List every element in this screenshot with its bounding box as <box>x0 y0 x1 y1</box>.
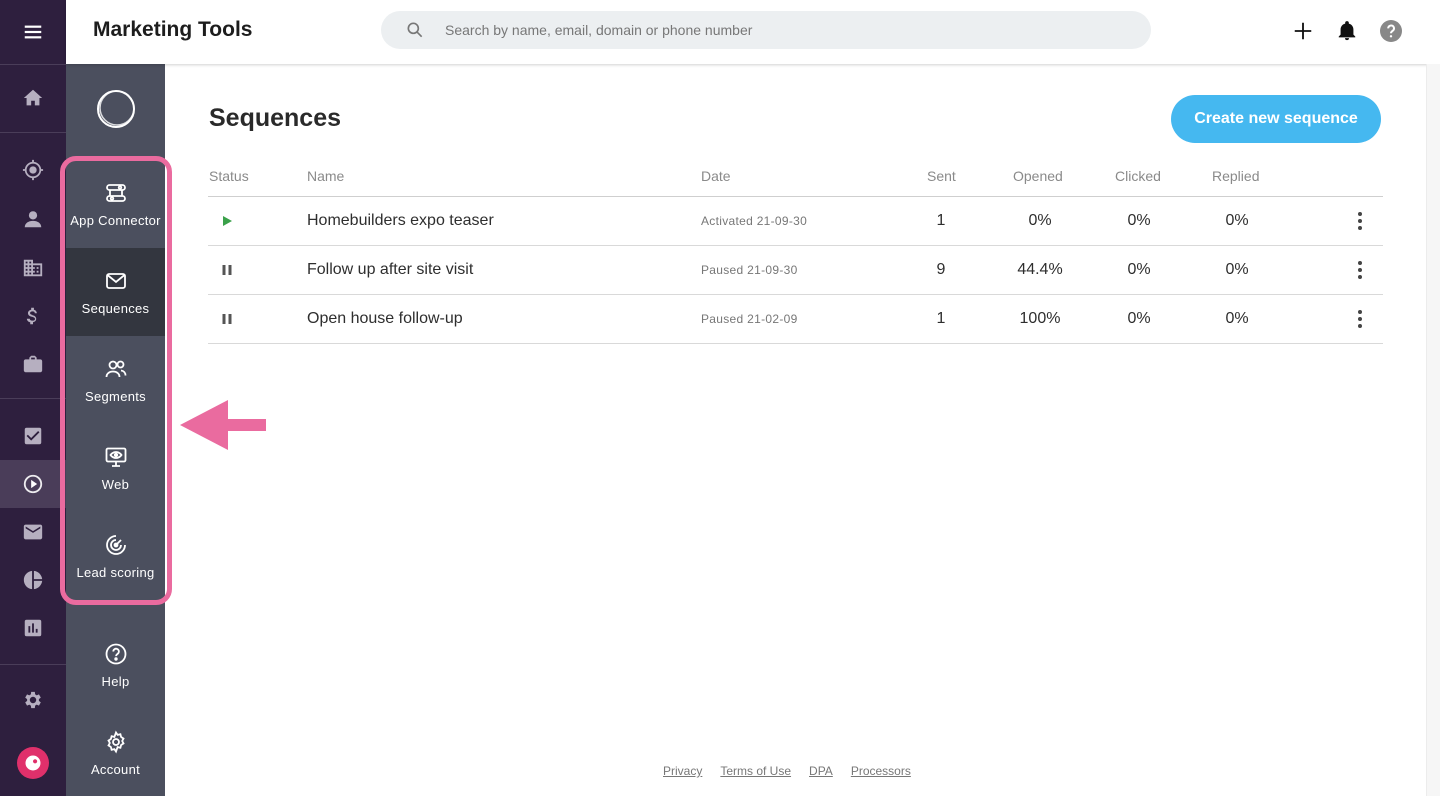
dollar-icon[interactable] <box>0 292 66 340</box>
sequences-heading: Sequences <box>209 104 342 132</box>
more-options-icon[interactable] <box>1354 260 1366 280</box>
clicked-rate: 0% <box>1127 212 1151 229</box>
footer-links: Privacy Terms of Use DPA Processors <box>663 764 911 778</box>
footer-link-terms[interactable]: Terms of Use <box>720 764 791 778</box>
envelope-icon <box>105 272 126 289</box>
more-options-icon[interactable] <box>1354 211 1366 231</box>
opened-rate: 44.4% <box>1017 261 1063 278</box>
create-sequence-button[interactable]: Create new sequence <box>1171 95 1381 143</box>
footer-link-dpa[interactable]: DPA <box>809 764 833 778</box>
subnav-label: Sequences <box>81 300 150 316</box>
bar-chart-icon[interactable] <box>0 604 66 652</box>
scrollbar[interactable] <box>1426 64 1440 796</box>
subnav-label: App Connector <box>70 212 161 228</box>
app-rail <box>0 0 66 796</box>
footer-link-privacy[interactable]: Privacy <box>663 764 702 778</box>
replied-rate: 0% <box>1225 310 1249 327</box>
top-header: Marketing Tools <box>66 0 1440 64</box>
target-icon[interactable] <box>0 146 66 194</box>
mail-icon[interactable] <box>0 508 66 556</box>
subnav-item-segments[interactable]: Segments <box>66 336 165 424</box>
sequence-name[interactable]: Follow up after site visit <box>307 261 473 279</box>
subnav-label: Web <box>101 476 130 492</box>
help-icon <box>105 643 126 664</box>
clicked-rate: 0% <box>1127 261 1151 278</box>
column-header[interactable]: Status <box>209 168 249 184</box>
subnav-item-account[interactable]: Account <box>66 709 165 796</box>
table-header: Status Name Date Sent Opened Clicked Rep… <box>208 160 1383 197</box>
page-title: Marketing Tools <box>93 18 253 41</box>
sequence-date: Activated 21-09-30 <box>701 214 808 228</box>
sent-count: 9 <box>936 261 946 278</box>
replied-rate: 0% <box>1225 212 1249 229</box>
search-icon <box>407 22 423 38</box>
subnav-item-app-connector[interactable]: App Connector <box>66 160 165 248</box>
monitor-eye-icon <box>105 447 126 467</box>
connector-icon <box>105 183 126 202</box>
home-icon[interactable] <box>0 74 66 122</box>
sequence-name[interactable]: Open house follow-up <box>307 310 463 328</box>
column-header[interactable]: Date <box>701 168 731 184</box>
sequences-table: Status Name Date Sent Opened Clicked Rep… <box>208 160 1383 344</box>
search-input[interactable] <box>445 22 1045 38</box>
target-icon <box>105 534 126 555</box>
help-circle-icon[interactable] <box>1378 18 1404 44</box>
menu-icon[interactable] <box>0 8 66 56</box>
capsule-logo[interactable] <box>17 747 49 779</box>
search-bar[interactable] <box>381 11 1151 49</box>
marketing-subnav: App Connector Sequences Segments Web Lea… <box>66 64 165 796</box>
footer-link-processors[interactable]: Processors <box>851 764 911 778</box>
subnav-item-sequences[interactable]: Sequences <box>66 248 165 336</box>
sequences-play-icon[interactable] <box>0 460 66 508</box>
column-header[interactable]: Name <box>307 168 344 184</box>
people-icon <box>105 360 126 377</box>
sequence-name[interactable]: Homebuilders expo teaser <box>307 212 494 230</box>
gear-icon <box>106 730 125 753</box>
table-row[interactable]: Follow up after site visit Paused 21-09-… <box>208 246 1383 295</box>
subnav-item-web[interactable]: Web <box>66 424 165 512</box>
checkbox-icon[interactable] <box>0 412 66 460</box>
subnav-item-lead-scoring[interactable]: Lead scoring <box>66 512 165 600</box>
column-header[interactable]: Clicked <box>1115 168 1161 184</box>
add-icon[interactable] <box>1290 18 1316 44</box>
table-row[interactable]: Open house follow-up Paused 21-02-09 1 1… <box>208 295 1383 344</box>
opened-rate: 0% <box>1028 212 1052 229</box>
person-icon[interactable] <box>0 195 66 243</box>
pause-icon[interactable] <box>220 263 234 277</box>
clicked-rate: 0% <box>1127 310 1151 327</box>
sent-count: 1 <box>936 212 946 229</box>
main-content: Sequences Create new sequence Status Nam… <box>165 64 1426 796</box>
column-header[interactable]: Replied <box>1212 168 1259 184</box>
building-icon[interactable] <box>0 244 66 292</box>
more-options-icon[interactable] <box>1354 309 1366 329</box>
pie-chart-icon[interactable] <box>0 556 66 604</box>
subnav-label: Lead scoring <box>76 564 155 580</box>
column-header[interactable]: Opened <box>1013 168 1063 184</box>
sequence-date: Paused 21-09-30 <box>701 263 798 277</box>
briefcase-icon[interactable] <box>0 340 66 388</box>
sent-count: 1 <box>936 310 946 327</box>
table-row[interactable]: Homebuilders expo teaser Activated 21-09… <box>208 197 1383 246</box>
pause-icon[interactable] <box>220 312 234 326</box>
subnav-item-help[interactable]: Help <box>66 621 165 709</box>
brand-logo-icon <box>97 90 135 128</box>
gear-icon[interactable] <box>0 676 66 724</box>
subnav-label: Account <box>90 761 141 777</box>
subnav-label: Segments <box>85 388 146 404</box>
replied-rate: 0% <box>1225 261 1249 278</box>
opened-rate: 100% <box>1019 310 1061 327</box>
subnav-label: Help <box>101 673 130 689</box>
sequence-date: Paused 21-02-09 <box>701 312 798 326</box>
bell-icon[interactable] <box>1334 18 1360 44</box>
column-header[interactable]: Sent <box>927 168 956 184</box>
play-icon[interactable] <box>220 214 234 228</box>
